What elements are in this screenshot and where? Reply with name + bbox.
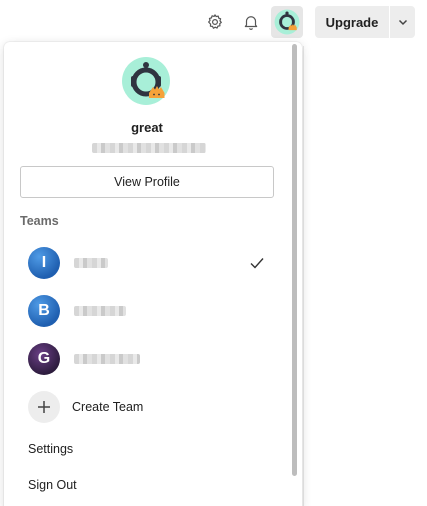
team-item[interactable]: I	[20, 242, 282, 284]
team-name-redacted	[74, 354, 140, 364]
plus-circle	[28, 391, 60, 423]
team-avatar: I	[28, 247, 60, 279]
view-profile-button[interactable]: View Profile	[20, 166, 274, 198]
panel-divider	[303, 46, 304, 506]
sign-out-menu-item[interactable]: Sign Out	[28, 478, 77, 492]
team-item[interactable]: G	[20, 338, 282, 380]
teams-heading: Teams	[20, 214, 59, 228]
team-name-redacted	[74, 258, 108, 268]
profile-avatar	[122, 57, 170, 105]
upgrade-button-group: Upgrade	[315, 6, 415, 38]
team-avatar: B	[28, 295, 60, 327]
profile-email-redacted	[92, 143, 206, 153]
chevron-down-icon	[398, 19, 407, 26]
create-team-label: Create Team	[72, 400, 144, 414]
notifications-bell-button[interactable]	[237, 8, 265, 36]
create-team-button[interactable]: Create Team	[20, 386, 282, 428]
settings-menu-item[interactable]: Settings	[28, 442, 73, 456]
user-avatar-button[interactable]	[271, 6, 303, 38]
team-initial: B	[38, 302, 50, 319]
check-icon	[250, 258, 264, 269]
upgrade-options-button[interactable]	[390, 6, 415, 38]
team-initial: G	[37, 350, 51, 367]
team-initial: I	[41, 254, 47, 271]
page: Upgrade great View Profile Teams I B G C…	[0, 0, 427, 506]
profile-name: great	[131, 120, 163, 135]
dropdown-scrollbar[interactable]	[292, 44, 297, 476]
upgrade-button[interactable]: Upgrade	[315, 15, 389, 30]
gear-icon	[208, 14, 222, 29]
settings-gear-button[interactable]	[201, 8, 229, 36]
bell-icon	[244, 16, 258, 30]
user-avatar-icon	[274, 9, 300, 35]
team-item[interactable]: B	[20, 290, 282, 332]
team-avatar: G	[28, 343, 60, 375]
team-name-redacted	[74, 306, 126, 316]
top-bar: Upgrade	[0, 0, 427, 42]
plus-icon	[38, 401, 50, 413]
